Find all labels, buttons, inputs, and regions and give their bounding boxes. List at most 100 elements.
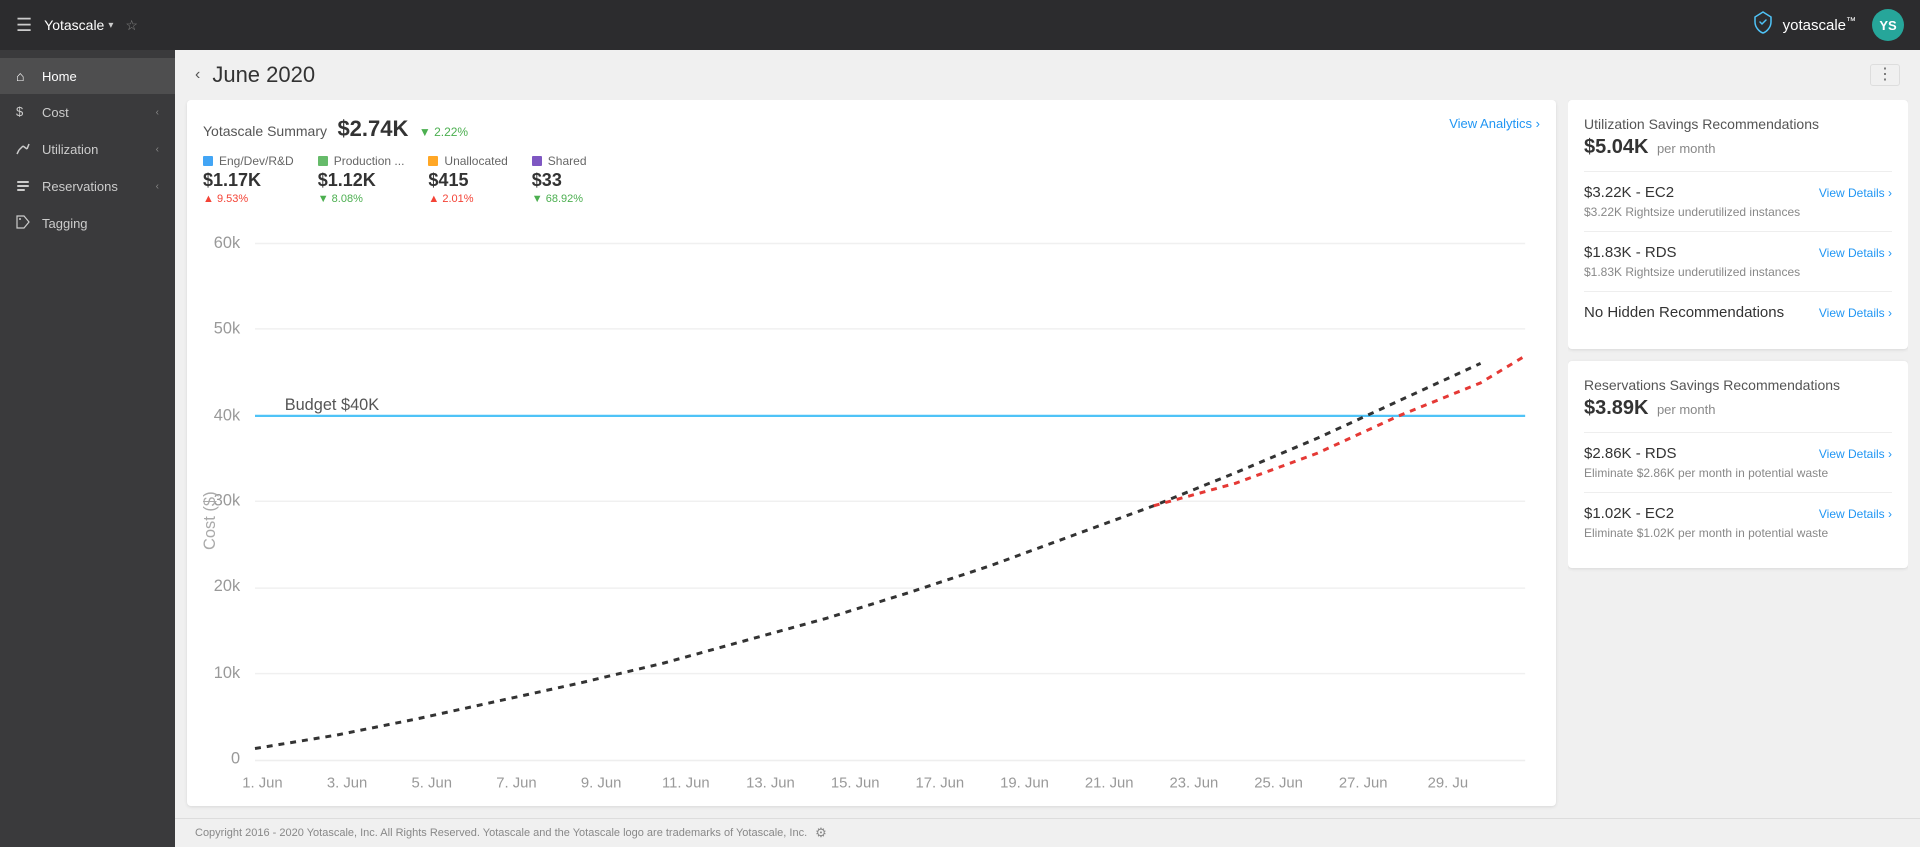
- reservations-chevron-icon: ‹: [156, 181, 159, 192]
- legend-pct-prod: ▼ 8.08%: [318, 193, 405, 205]
- rec-item-rds-res: $2.86K - RDS View Details › Eliminate $2…: [1584, 445, 1892, 480]
- view-details-hidden-util[interactable]: View Details ›: [1819, 306, 1892, 320]
- user-avatar[interactable]: YS: [1872, 9, 1904, 41]
- sidebar-item-home[interactable]: ⌂ Home: [0, 58, 175, 94]
- view-details-ec2-util[interactable]: View Details ›: [1819, 186, 1892, 200]
- legend-unalloc: Unallocated $415 ▲ 2.01%: [428, 154, 507, 205]
- legend-value-eng: $1.17K: [203, 170, 294, 191]
- rec-item-hidden-util: No Hidden Recommendations View Details ›: [1584, 304, 1892, 321]
- reservations-savings-card: Reservations Savings Recommendations $3.…: [1568, 361, 1908, 568]
- settings-icon[interactable]: ⚙: [815, 825, 827, 841]
- legend-prod: Production ... $1.12K ▼ 8.08%: [318, 154, 405, 205]
- svg-text:27. Jun: 27. Jun: [1339, 774, 1388, 790]
- svg-text:11. Jun: 11. Jun: [662, 774, 710, 790]
- rec-item-title-ec2-util: $3.22K - EC2: [1584, 184, 1674, 201]
- sidebar-item-tagging[interactable]: Tagging: [0, 205, 175, 242]
- more-options-button[interactable]: ⋮: [1870, 64, 1900, 86]
- svg-text:Budget $40K: Budget $40K: [285, 396, 380, 414]
- legend-dot-eng: [203, 156, 213, 166]
- rec-item-rds-util: $1.83K - RDS View Details › $1.83K Right…: [1584, 244, 1892, 279]
- favorite-icon[interactable]: ☆: [125, 17, 138, 34]
- page-title: June 2020: [212, 62, 315, 88]
- svg-text:60k: 60k: [214, 234, 241, 252]
- view-details-rds-util[interactable]: View Details ›: [1819, 246, 1892, 260]
- sidebar-item-reservations[interactable]: Reservations ‹: [0, 168, 175, 205]
- footer-text: Copyright 2016 - 2020 Yotascale, Inc. Al…: [195, 827, 807, 839]
- reservations-savings-amount: $3.89K: [1584, 397, 1649, 419]
- chart-svg: 60k 50k 40k 30k 20k 10k 0 Cost ($): [203, 221, 1540, 791]
- right-panel: Utilization Savings Recommendations $5.0…: [1568, 100, 1908, 806]
- legend-label-prod: Production ...: [334, 154, 405, 168]
- sidebar-item-cost[interactable]: $ Cost ‹: [0, 94, 175, 131]
- legend-label-unalloc: Unallocated: [444, 154, 507, 168]
- hamburger-icon[interactable]: ☰: [16, 15, 32, 36]
- svg-text:50k: 50k: [214, 319, 241, 337]
- svg-text:10k: 10k: [214, 664, 241, 682]
- legend-dot-unalloc: [428, 156, 438, 166]
- reservations-icon: [16, 178, 34, 195]
- utilization-icon: [16, 141, 34, 158]
- back-icon[interactable]: ‹: [195, 66, 200, 84]
- rec-item-ec2-util: $3.22K - EC2 View Details › $3.22K Right…: [1584, 184, 1892, 219]
- utilization-chevron-icon: ‹: [156, 144, 159, 155]
- legend-pct-eng: ▲ 9.53%: [203, 193, 294, 205]
- content-row: Yotascale Summary $2.74K ▼ 2.22% View An…: [175, 100, 1920, 818]
- rec-item-title-rds-res: $2.86K - RDS: [1584, 445, 1677, 462]
- legend-pct-unalloc: ▲ 2.01%: [428, 193, 507, 205]
- legend-dot-shared: [532, 156, 542, 166]
- svg-text:Cost ($): Cost ($): [203, 491, 219, 550]
- svg-text:7. Jun: 7. Jun: [496, 774, 536, 790]
- view-details-ec2-res[interactable]: View Details ›: [1819, 507, 1892, 521]
- svg-text:3. Jun: 3. Jun: [327, 774, 367, 790]
- utilization-savings-title: Utilization Savings Recommendations: [1584, 116, 1892, 132]
- legend-value-shared: $33: [532, 170, 587, 191]
- home-icon: ⌂: [16, 68, 34, 84]
- legend-value-prod: $1.12K: [318, 170, 405, 191]
- summary-pct: ▼ 2.22%: [419, 125, 468, 139]
- legend-shared: Shared $33 ▼ 68.92%: [532, 154, 587, 205]
- sidebar-label-home: Home: [42, 69, 159, 84]
- brand-name[interactable]: Yotascale ▾: [44, 17, 113, 33]
- view-details-rds-res[interactable]: View Details ›: [1819, 447, 1892, 461]
- legend-label-shared: Shared: [548, 154, 587, 168]
- legend-dot-prod: [318, 156, 328, 166]
- svg-text:17. Jun: 17. Jun: [915, 774, 964, 790]
- utilization-savings-card: Utilization Savings Recommendations $5.0…: [1568, 100, 1908, 349]
- rec-item-title-hidden-util: No Hidden Recommendations: [1584, 304, 1784, 321]
- brand-chevron-icon: ▾: [108, 20, 113, 31]
- sidebar-label-tagging: Tagging: [42, 216, 159, 231]
- navbar: ☰ Yotascale ▾ ☆ yotascale™ YS: [0, 0, 1920, 50]
- svg-text:15. Jun: 15. Jun: [831, 774, 880, 790]
- legend-label-eng: Eng/Dev/R&D: [219, 154, 294, 168]
- content-area: ‹ June 2020 ⋮ Yotascale Summary $2.74K ▼…: [175, 50, 1920, 847]
- svg-text:9. Jun: 9. Jun: [581, 774, 621, 790]
- svg-text:25. Jun: 25. Jun: [1254, 774, 1303, 790]
- svg-text:23. Jun: 23. Jun: [1170, 774, 1219, 790]
- rec-item-desc-rds-util: $1.83K Rightsize underutilized instances: [1584, 265, 1892, 279]
- svg-text:1. Jun: 1. Jun: [242, 774, 282, 790]
- utilization-savings-per-month: per month: [1657, 141, 1716, 156]
- rec-item-title-ec2-res: $1.02K - EC2: [1584, 505, 1674, 522]
- view-analytics-link[interactable]: View Analytics ›: [1449, 116, 1540, 131]
- cost-chevron-icon: ‹: [156, 107, 159, 118]
- rec-item-title-rds-util: $1.83K - RDS: [1584, 244, 1677, 261]
- reservations-savings-per-month: per month: [1657, 402, 1716, 417]
- rec-item-desc-ec2-res: Eliminate $1.02K per month in potential …: [1584, 526, 1892, 540]
- rec-item-desc-rds-res: Eliminate $2.86K per month in potential …: [1584, 466, 1892, 480]
- svg-text:20k: 20k: [214, 577, 241, 595]
- sidebar-item-utilization[interactable]: Utilization ‹: [0, 131, 175, 168]
- summary-title: Yotascale Summary: [203, 123, 327, 139]
- cost-icon: $: [16, 104, 34, 121]
- reservations-savings-title: Reservations Savings Recommendations: [1584, 377, 1892, 393]
- logo-text: yotascale™: [1783, 16, 1856, 34]
- utilization-savings-amount: $5.04K: [1584, 136, 1649, 158]
- svg-text:0: 0: [231, 749, 240, 767]
- rec-item-desc-ec2-util: $3.22K Rightsize underutilized instances: [1584, 205, 1892, 219]
- rec-item-ec2-res: $1.02K - EC2 View Details › Eliminate $1…: [1584, 505, 1892, 540]
- legend-eng: Eng/Dev/R&D $1.17K ▲ 9.53%: [203, 154, 294, 205]
- legend-value-unalloc: $415: [428, 170, 507, 191]
- svg-text:21. Jun: 21. Jun: [1085, 774, 1134, 790]
- sidebar: ⌂ Home $ Cost ‹ Utilization ‹ Reservatio…: [0, 50, 175, 847]
- svg-text:5. Jun: 5. Jun: [412, 774, 452, 790]
- chart-container: 60k 50k 40k 30k 20k 10k 0 Cost ($): [203, 221, 1540, 791]
